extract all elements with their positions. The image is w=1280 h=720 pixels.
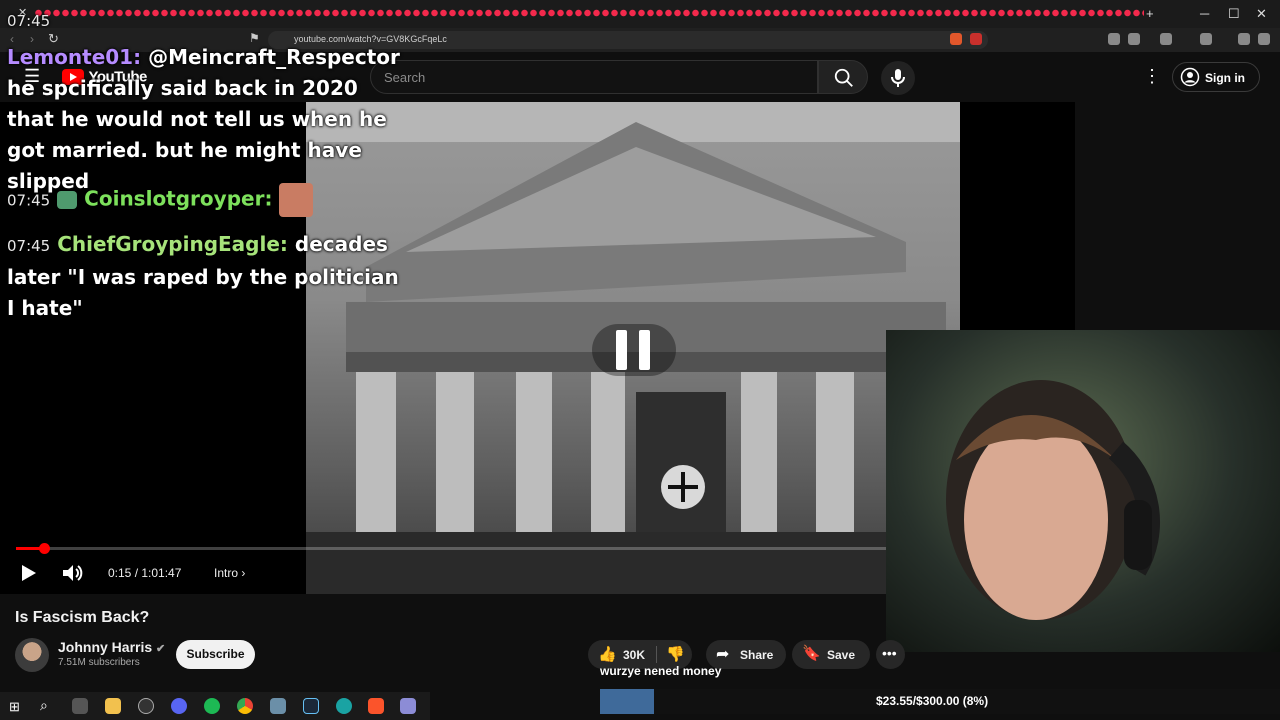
verified-icon: ✔ [156, 643, 166, 655]
save-label: Save [827, 648, 856, 662]
chat-message: 07:45 Coinslotgroyper: [7, 183, 407, 217]
share-icon: ➦ [716, 646, 730, 663]
rewards-icon[interactable] [970, 33, 982, 45]
vpn-icon[interactable] [1238, 33, 1250, 45]
chatterino-icon[interactable] [400, 698, 416, 714]
subscriber-count: 7.51M subscribers [58, 657, 140, 668]
file-explorer-icon[interactable] [105, 698, 121, 714]
microphone-icon [891, 69, 905, 87]
voice-search-button[interactable] [881, 61, 915, 95]
streamer-illustration [946, 380, 1160, 620]
steam-icon[interactable] [303, 698, 319, 714]
subscribe-button[interactable]: Subscribe [176, 640, 255, 669]
edge-icon[interactable] [336, 698, 352, 714]
search-input[interactable]: Search [370, 60, 818, 94]
streamer-webcam [886, 330, 1280, 652]
maximize-icon[interactable]: ☐ [1228, 6, 1240, 22]
sidebar-icon[interactable] [1128, 33, 1140, 45]
chapter-title: Intro [214, 566, 239, 580]
chat-emote [279, 183, 314, 217]
chat-badge-icon [57, 191, 78, 209]
save-icon: 🔖 [802, 645, 821, 662]
more-horizontal-icon: ••• [882, 645, 897, 661]
chat-username: Coinslotgroyper: [84, 186, 273, 211]
brave-icon[interactable] [368, 698, 384, 714]
media-icon[interactable] [1160, 33, 1172, 45]
donation-goal-fill [600, 689, 655, 714]
sign-in-label: Sign in [1205, 71, 1245, 85]
close-window-icon[interactable]: ✕ [1256, 6, 1267, 22]
menu-icon[interactable] [1258, 33, 1270, 45]
thumbs-down-icon[interactable]: 👎 [666, 645, 685, 663]
more-options-icon[interactable]: ⋮ [1143, 66, 1161, 87]
donation-goal-text: $23.55/$300.00 (8%) [876, 694, 989, 708]
like-count: 30K [623, 648, 646, 662]
pause-icon [616, 330, 627, 370]
progress-bar[interactable] [16, 547, 896, 550]
sign-in-button[interactable]: Sign in [1172, 62, 1260, 92]
spotify-icon[interactable] [204, 698, 220, 714]
search-icon [834, 68, 853, 87]
brave-shield-icon[interactable] [950, 33, 962, 45]
search-taskbar-icon[interactable]: ⌕ [40, 697, 48, 714]
volume-icon[interactable] [62, 564, 84, 582]
time-display: 0:15 / 1:01:47 [108, 566, 182, 580]
more-actions-button[interactable]: ••• [876, 640, 905, 669]
chat-username: Lemonte01: [7, 45, 142, 69]
pause-overlay-button[interactable] [592, 324, 676, 376]
progress-scrubber[interactable] [39, 543, 50, 554]
chat-timestamp: 07:45 [7, 237, 51, 255]
extensions-icon[interactable] [1108, 33, 1120, 45]
chrome-icon[interactable] [237, 698, 253, 714]
chat-username: ChiefGroypingEagle: [57, 232, 288, 256]
donation-alert: wurzye nened money [600, 664, 722, 678]
video-title: Is Fascism Back? [15, 609, 150, 626]
account-icon [1180, 67, 1200, 87]
thumbs-up-icon: 👍 [598, 646, 617, 663]
chat-message: Lemonte01: @Meincraft_Respector he spcif… [7, 42, 407, 197]
play-icon[interactable] [22, 565, 36, 581]
obs-icon[interactable] [138, 698, 154, 714]
chat-timestamp: 07:45 [7, 191, 51, 210]
new-tab-icon[interactable]: + [1146, 6, 1154, 21]
chat-message: 07:45 [7, 4, 407, 37]
wallet-icon[interactable] [1200, 33, 1212, 45]
chapter-button[interactable]: Intro › [214, 566, 245, 580]
discord-icon[interactable] [171, 698, 187, 714]
channel-avatar[interactable] [15, 638, 49, 672]
search-button[interactable] [818, 60, 868, 94]
chat-message: 07:45 ChiefGroypingEagle: decades later … [7, 229, 407, 324]
chevron-right-icon: › [241, 566, 246, 580]
task-view-icon[interactable] [72, 698, 88, 714]
app-icon[interactable] [270, 698, 286, 714]
minimize-icon[interactable]: ─ [1200, 6, 1209, 21]
chat-timestamp: 07:45 [7, 12, 51, 30]
share-label: Share [740, 648, 774, 662]
channel-name[interactable]: Johnny Harris ✔ [58, 639, 165, 655]
save-button[interactable]: 🔖 Save [792, 640, 870, 669]
windows-start-icon[interactable]: ⊞ [9, 699, 20, 715]
